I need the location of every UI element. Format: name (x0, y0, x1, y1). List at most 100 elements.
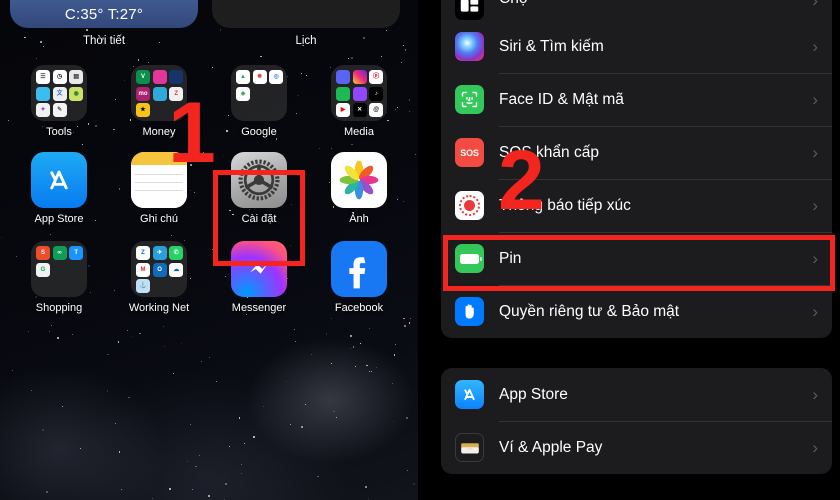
mini-instagram-icon (352, 70, 367, 84)
mini-discord-icon (336, 70, 350, 84)
chevron-right-icon: › (812, 37, 818, 56)
faceid-icon (455, 85, 484, 114)
mini-tiktok-icon: ♪ (369, 86, 384, 101)
folder-google[interactable]: ▲ ✹ ◎ ◈ Google (216, 65, 302, 138)
settings-row-faceid[interactable]: Face ID & Mật mã › (441, 73, 832, 126)
chevron-right-icon: › (812, 196, 818, 215)
privacy-hand-icon (455, 297, 484, 326)
settings-row-siri[interactable]: Siri & Tìm kiếm › (441, 20, 832, 73)
wallet-icon (455, 433, 484, 462)
photos-icon[interactable] (331, 152, 387, 208)
mini-vpn-icon: ⚓ (136, 279, 150, 294)
calendar-widget-label: Lịch (295, 35, 317, 47)
settings-app[interactable]: Cài đặt (216, 152, 302, 225)
settings-row-privacy[interactable]: Quyền riêng tư & Bảo mật › (441, 285, 832, 338)
calendar-widget[interactable]: Lịch (212, 0, 400, 47)
photos-app[interactable]: Ảnh (316, 152, 402, 225)
settings-row-siri-label: Siri & Tìm kiếm (499, 37, 604, 55)
folder-working-net[interactable]: Z ✈ ✆ M O ☁ ⚓ Working Net (116, 241, 202, 314)
weather-widget-label: Thời tiết (82, 35, 126, 47)
app-store-icon (455, 380, 484, 409)
mini-telegram-icon: ✈ (152, 246, 167, 260)
folder-working-net-label: Working Net (128, 302, 190, 314)
mini-photos-icon: ✹ (252, 70, 267, 84)
mini-reminders-icon: ☰ (36, 70, 50, 84)
chevron-right-icon: › (812, 302, 818, 321)
facebook-label: Facebook (334, 302, 384, 314)
chevron-right-icon: › (812, 143, 818, 162)
app-store-label: App Store (34, 213, 84, 225)
sos-icon: SOS (455, 138, 484, 167)
battery-body (460, 253, 482, 264)
mini-files-icon (36, 86, 50, 101)
messenger-icon[interactable] (231, 241, 287, 297)
mini-blue-bank-icon (169, 70, 184, 84)
photos-label: Ảnh (349, 213, 369, 225)
settings-label: Cài đặt (241, 213, 277, 225)
folder-shopping[interactable]: S ∞ T G Shopping (16, 241, 102, 314)
facebook-app[interactable]: Facebook (316, 241, 402, 314)
folder-tools[interactable]: ☰ ◷ ▤ 文 ◉ ✦ ✎ Tools (16, 65, 102, 138)
app-row-3: S ∞ T G Shopping Z ✈ ✆ M O ☁ ⚓ Working N… (10, 241, 408, 314)
mini-shopee-icon: S (36, 246, 50, 260)
app-store-icon[interactable] (31, 152, 87, 208)
ios-settings-list: Chợ › Siri & Tìm kiếm › Face ID & Mật mã… (433, 0, 840, 500)
settings-group-primary: Chợ › Siri & Tìm kiếm › Face ID & Mật mã… (441, 0, 832, 338)
settings-row-battery-label: Pin (499, 249, 522, 267)
settings-row-wallet[interactable]: Ví & Apple Pay › (441, 421, 832, 474)
notes-header-band (131, 152, 187, 165)
mini-threads-icon: @ (369, 103, 384, 118)
settings-row-sos-label: SOS khẩn cấp (499, 143, 599, 161)
weather-widget-tile[interactable]: C:35° T:27° (10, 0, 198, 28)
app-row-1: ☰ ◷ ▤ 文 ◉ ✦ ✎ Tools V mo Z ★ Money ▲ ✹ ◎… (10, 65, 408, 138)
mini-youtube-icon: ▶ (336, 103, 350, 118)
folder-tools-icon[interactable]: ☰ ◷ ▤ 文 ◉ ✦ ✎ (31, 65, 87, 121)
notes-label: Ghi chú (140, 213, 178, 225)
settings-row-market[interactable]: Chợ › (441, 0, 832, 20)
folder-shopping-icon[interactable]: S ∞ T G (31, 241, 87, 297)
notes-icon[interactable] (131, 152, 187, 208)
mini-maps-icon: ◉ (69, 86, 84, 101)
mini-translate-icon: 文 (52, 86, 67, 101)
settings-row-exposure-label: Thông báo tiếp xúc (499, 196, 631, 214)
chevron-right-icon: › (812, 249, 818, 268)
mini-shortcuts-icon: ✦ (36, 103, 50, 118)
calendar-widget-tile[interactable] (212, 0, 400, 28)
settings-row-wallet-label: Ví & Apple Pay (499, 438, 603, 456)
mini-zalopay-icon: Z (169, 86, 184, 101)
tutorial-screenshot: C:35° T:27° Thời tiết Lịch ☰ ◷ ▤ 文 ◉ ✦ ✎… (0, 0, 840, 500)
mini-momo-icon: mo (136, 86, 150, 101)
folder-working-net-icon[interactable]: Z ✈ ✆ M O ☁ ⚓ (131, 241, 187, 297)
mini-whatsapp-icon: ✆ (169, 246, 184, 260)
notes-app[interactable]: Ghi chú (116, 152, 202, 225)
battery-icon (455, 244, 484, 273)
mini-gmail-icon: M (136, 262, 150, 277)
market-icon (455, 0, 484, 20)
settings-gear-icon[interactable] (231, 152, 287, 208)
app-store-app[interactable]: App Store (16, 152, 102, 225)
messenger-app[interactable]: Messenger (216, 241, 302, 314)
folder-media-icon[interactable]: ⓟ ♪ ▶ ✕ @ (331, 65, 387, 121)
mini-outlook-icon: O (152, 262, 167, 277)
settings-row-exposure[interactable]: Thông báo tiếp xúc › (441, 179, 832, 232)
folder-money-icon[interactable]: V mo Z ★ (131, 65, 187, 121)
mini-tiki-icon: T (69, 246, 84, 260)
folder-media[interactable]: ⓟ ♪ ▶ ✕ @ Media (316, 65, 402, 138)
notes-lines (131, 165, 187, 208)
mini-pinterest-icon: ⓟ (369, 70, 384, 84)
facebook-icon[interactable] (331, 241, 387, 297)
settings-row-battery[interactable]: Pin › (441, 232, 832, 285)
chevron-right-icon: › (812, 90, 818, 109)
settings-group-secondary: App Store › Ví & Apple Pay › (441, 368, 832, 474)
folder-money[interactable]: V mo Z ★ Money (116, 65, 202, 138)
settings-row-app-store[interactable]: App Store › (441, 368, 832, 421)
settings-row-sos[interactable]: SOS SOS khẩn cấp › (441, 126, 832, 179)
settings-row-market-label: Chợ (499, 0, 812, 8)
folder-google-icon[interactable]: ▲ ✹ ◎ ◈ (231, 65, 287, 121)
folder-money-label: Money (142, 126, 176, 138)
mini-clock-icon: ◷ (52, 70, 67, 84)
mini-wallet2-icon (152, 86, 167, 101)
weather-widget[interactable]: C:35° T:27° Thời tiết (10, 0, 198, 47)
battery-tip (480, 256, 482, 261)
widget-row: C:35° T:27° Thời tiết Lịch (10, 0, 408, 47)
